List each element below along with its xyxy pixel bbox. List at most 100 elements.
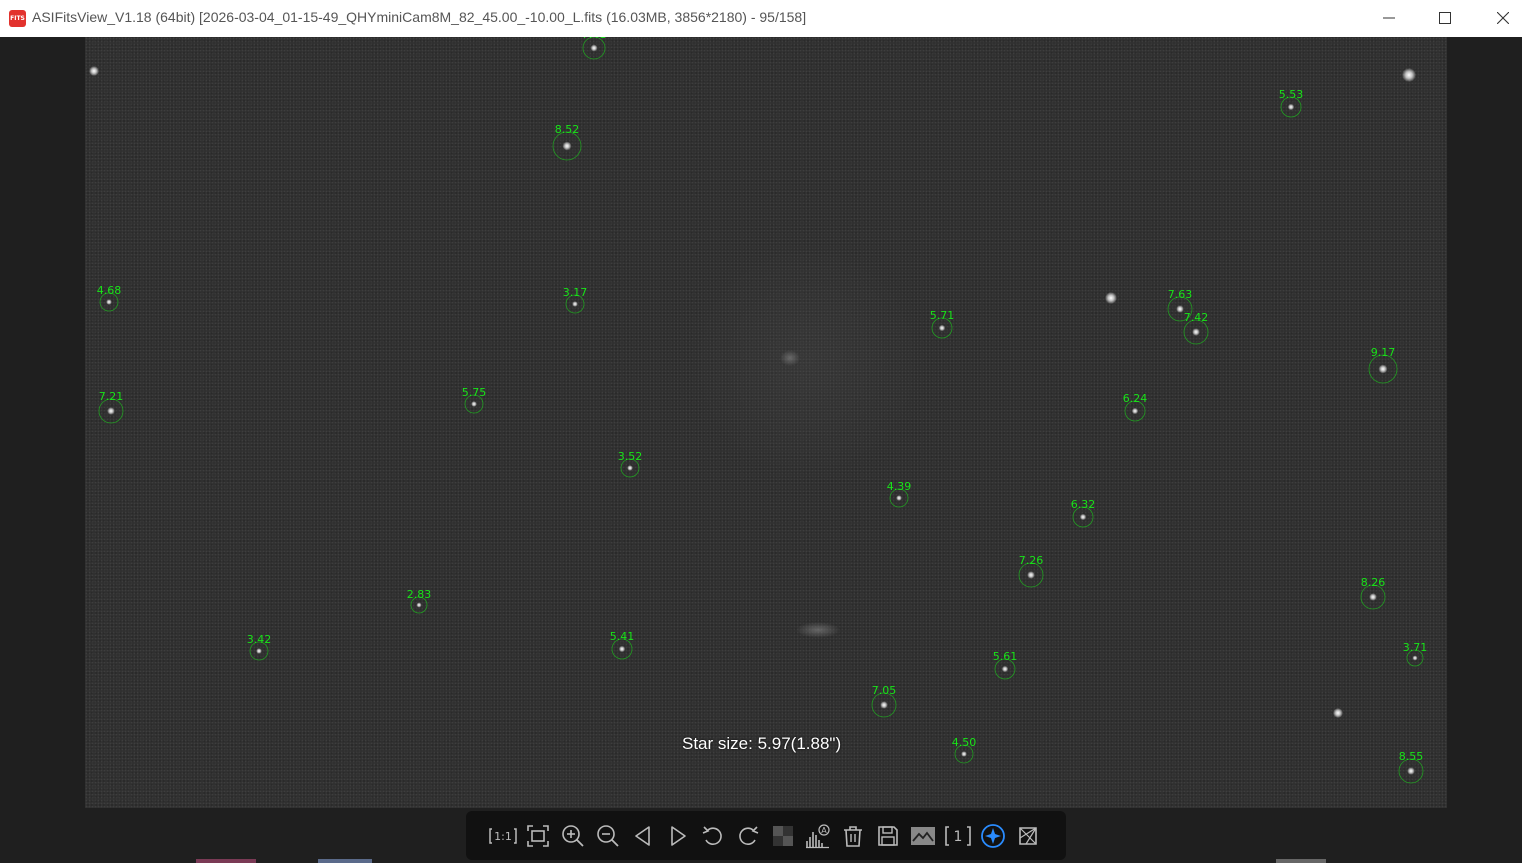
star-fwhm-label: 3.17 (563, 286, 588, 299)
star-fwhm-label: 3.71 (1403, 641, 1428, 654)
fit-window-icon (527, 825, 549, 847)
star-fwhm-label: 5.61 (993, 650, 1018, 663)
auto-stretch-button[interactable]: A (804, 822, 832, 850)
star-fwhm-label: 7.42 (1184, 311, 1209, 324)
maximize-button[interactable] (1422, 0, 1468, 36)
unmeasured-stars (89, 66, 1416, 718)
star-core (1378, 364, 1388, 374)
zoom-in-button[interactable] (559, 822, 587, 850)
close-icon (1497, 12, 1509, 24)
single-frame-icon: 1 (945, 826, 971, 846)
next-image-button[interactable] (664, 822, 692, 850)
star-core (880, 701, 888, 709)
detected-star: 7.21 (98, 390, 124, 424)
zoom-out-button[interactable] (594, 822, 622, 850)
app-logo-icon: FITS (9, 10, 26, 27)
star-fwhm-label: 7.05 (872, 684, 897, 697)
bottom-toolbar: 1:1 A 1 (466, 811, 1066, 860)
svg-text:A: A (821, 826, 827, 835)
faint-galaxy (796, 622, 840, 638)
star-detection-button[interactable] (979, 822, 1007, 850)
crop-button[interactable] (1014, 822, 1042, 850)
window-title: ASIFitsView_V1.18 (64bit) [2026-03-04_01… (32, 9, 807, 25)
fits-image-canvas[interactable]: 7.41 8.52 5.53 4.68 3.17 5.71 7.63 7.42 9.17 7.21… (85, 37, 1447, 808)
star-fwhm-label: 8.52 (555, 123, 580, 136)
previous-icon (635, 826, 650, 846)
star-core (961, 751, 967, 757)
detected-star: 5.61 (993, 650, 1018, 680)
detected-star: 7.05 (871, 684, 897, 718)
detected-star: 5.53 (1279, 88, 1304, 118)
star-fwhm-label: 4.68 (97, 284, 122, 297)
detected-star: 5.71 (930, 309, 955, 339)
star-fwhm-label: 2.83 (407, 588, 432, 601)
detected-star: 8.52 (552, 123, 582, 161)
detected-star: 7.41 (582, 37, 606, 60)
star-core (627, 465, 633, 471)
star-core (1079, 513, 1087, 521)
debayer-button[interactable] (769, 822, 797, 850)
star-core (1001, 665, 1009, 673)
detected-star: 4.39 (887, 480, 911, 508)
taskbar-item (1276, 859, 1326, 863)
star-fwhm-label: 5.41 (610, 630, 635, 643)
star-fwhm-label: 6.32 (1071, 498, 1096, 511)
detected-star: 7.42 (1183, 311, 1209, 345)
star-core (107, 407, 115, 415)
image-view-button[interactable] (909, 822, 937, 850)
star-core (1412, 655, 1418, 661)
save-button[interactable] (874, 822, 902, 850)
bright-star (89, 66, 99, 76)
star-core (471, 401, 477, 407)
star-core (590, 44, 598, 52)
previous-image-button[interactable] (629, 822, 657, 850)
faint-galaxy (780, 350, 800, 366)
star-fwhm-label: 3.52 (618, 450, 643, 463)
minimize-button[interactable] (1366, 0, 1412, 36)
star-fwhm-label: 6.24 (1123, 392, 1148, 405)
zoom-out-icon (597, 825, 619, 847)
single-frame-button[interactable]: 1 (944, 822, 972, 850)
fit-window-button[interactable] (524, 822, 552, 850)
detected-star: 3.52 (618, 450, 643, 478)
star-fwhm-label: 9.17 (1371, 346, 1396, 359)
minimize-icon (1383, 17, 1395, 19)
star-core (1407, 767, 1415, 775)
star-fwhm-label: 5.71 (930, 309, 955, 322)
star-fwhm-label: 3.42 (247, 633, 272, 646)
detected-star: 2.83 (407, 588, 432, 614)
detected-star: 7.26 (1018, 554, 1044, 588)
page-number-label: 1 (954, 829, 963, 845)
auto-stretch-histogram-icon: A (806, 824, 830, 849)
rotate-left-button[interactable] (699, 822, 727, 850)
detected-star: 8.26 (1360, 576, 1386, 610)
detected-star: 6.24 (1123, 392, 1148, 422)
detected-star: 3.42 (247, 633, 272, 661)
star-core (106, 299, 112, 305)
star-core (1369, 593, 1377, 601)
star-fwhm-label: 8.26 (1361, 576, 1386, 589)
detected-star: 6.32 (1071, 498, 1096, 528)
star-core (572, 301, 578, 307)
close-button[interactable] (1480, 0, 1522, 36)
star-core (1027, 571, 1035, 579)
star-fwhm-label: 5.53 (1279, 88, 1304, 101)
star-core (416, 602, 422, 608)
star-core (256, 648, 262, 654)
detected-star: 9.17 (1368, 346, 1398, 384)
actual-size-button[interactable]: 1:1 (489, 822, 517, 850)
next-icon (671, 826, 686, 846)
delete-button[interactable] (839, 822, 867, 850)
bright-star (1105, 292, 1117, 304)
star-core (618, 645, 626, 653)
debayer-icon (773, 826, 793, 846)
star-overlay: 7.41 8.52 5.53 4.68 3.17 5.71 7.63 7.42 9.17 7.21… (89, 37, 1428, 784)
star-fwhm-label: 7.63 (1168, 288, 1193, 301)
rotate-right-button[interactable] (734, 822, 762, 850)
star-fwhm-label: 8.55 (1399, 750, 1424, 763)
star-fwhm-label: 7.26 (1019, 554, 1044, 567)
star-core (1131, 407, 1139, 415)
star-core (562, 141, 572, 151)
title-bar: FITS ASIFitsView_V1.18 (64bit) [2026-03-… (0, 0, 1522, 37)
detected-star: 3.17 (563, 286, 588, 314)
